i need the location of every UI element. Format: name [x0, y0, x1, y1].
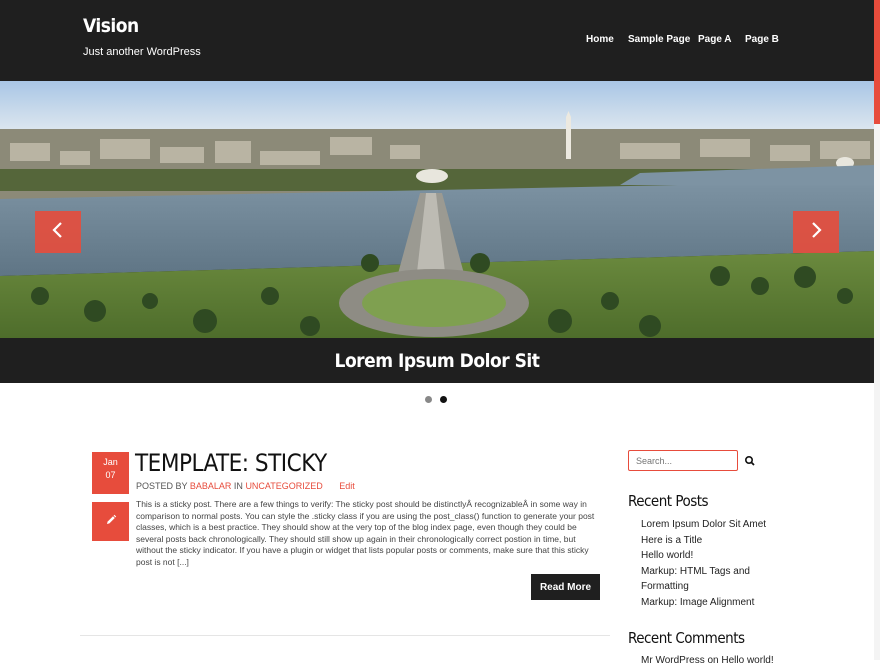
post-author-link[interactable]: BABALAR	[190, 481, 232, 491]
post-meta: POSTED BY BABALAR IN UNCATEGORIZED Edit	[136, 481, 355, 491]
in-label: IN	[233, 481, 243, 491]
slider-prev-button[interactable]	[35, 211, 81, 253]
pencil-icon	[105, 513, 117, 531]
read-more-button[interactable]: Read More	[531, 574, 600, 600]
site-title[interactable]: Vision	[83, 15, 139, 37]
recent-post-link[interactable]: Markup: Image Alignment	[641, 597, 754, 608]
search-icon[interactable]	[744, 454, 756, 466]
post-date-month: Jan	[103, 457, 118, 467]
recent-posts-list: Lorem Ipsum Dolor Sit Amet Here is a Tit…	[641, 517, 791, 610]
nav-item-page-a[interactable]: Page A	[698, 34, 732, 45]
post-title[interactable]: TEMPLATE: STICKY	[135, 449, 327, 477]
recent-post-link[interactable]: Lorem Ipsum Dolor Sit Amet	[641, 519, 766, 530]
recent-post-link[interactable]: Markup: HTML Tags and Formatting	[641, 566, 750, 593]
list-item: Markup: HTML Tags and Formatting	[641, 564, 791, 595]
post-format-badge	[92, 502, 129, 541]
slide-image	[0, 81, 874, 338]
hero-slider: Lorem Ipsum Dolor Sit	[0, 81, 874, 383]
recent-post-link[interactable]: Hello world!	[641, 550, 693, 561]
recent-comments-title: Recent Comments	[628, 629, 745, 647]
recent-posts-title: Recent Posts	[628, 492, 709, 510]
post-divider	[80, 635, 610, 636]
posted-by-label: POSTED BY	[136, 481, 188, 491]
list-item: Here is a Title	[641, 533, 791, 549]
list-item: Hello world!	[641, 548, 791, 564]
chevron-left-icon	[51, 221, 65, 244]
slider-next-button[interactable]	[793, 211, 839, 253]
chevron-right-icon	[809, 221, 823, 244]
recent-post-link[interactable]: Here is a Title	[641, 535, 702, 546]
list-item: Lorem Ipsum Dolor Sit Amet	[641, 517, 791, 533]
list-item: Markup: Image Alignment	[641, 595, 791, 611]
post-date-badge: Jan 07	[92, 452, 129, 494]
slider-dot-1[interactable]	[425, 396, 432, 403]
page-scrollbar[interactable]	[874, 0, 880, 660]
slide-caption[interactable]: Lorem Ipsum Dolor Sit	[0, 338, 874, 383]
nav-item-page-b[interactable]: Page B	[745, 34, 779, 45]
post-date-day: 07	[105, 470, 116, 480]
scrollbar-thumb[interactable]	[874, 0, 880, 124]
post-category-link[interactable]: UNCATEGORIZED	[245, 481, 322, 491]
post-edit-link[interactable]: Edit	[339, 481, 355, 491]
recent-comment-item[interactable]: Mr WordPress on Hello world!	[641, 655, 774, 666]
nav-item-home[interactable]: Home	[586, 34, 614, 45]
site-header: Vision Just another WordPress Home Sampl…	[0, 0, 874, 81]
site-tagline: Just another WordPress	[83, 46, 201, 58]
post-excerpt: This is a sticky post. There are a few t…	[136, 499, 595, 567]
slider-dot-2[interactable]	[440, 396, 447, 403]
search-input[interactable]	[628, 450, 738, 471]
nav-item-sample-page[interactable]: Sample Page	[628, 34, 690, 45]
